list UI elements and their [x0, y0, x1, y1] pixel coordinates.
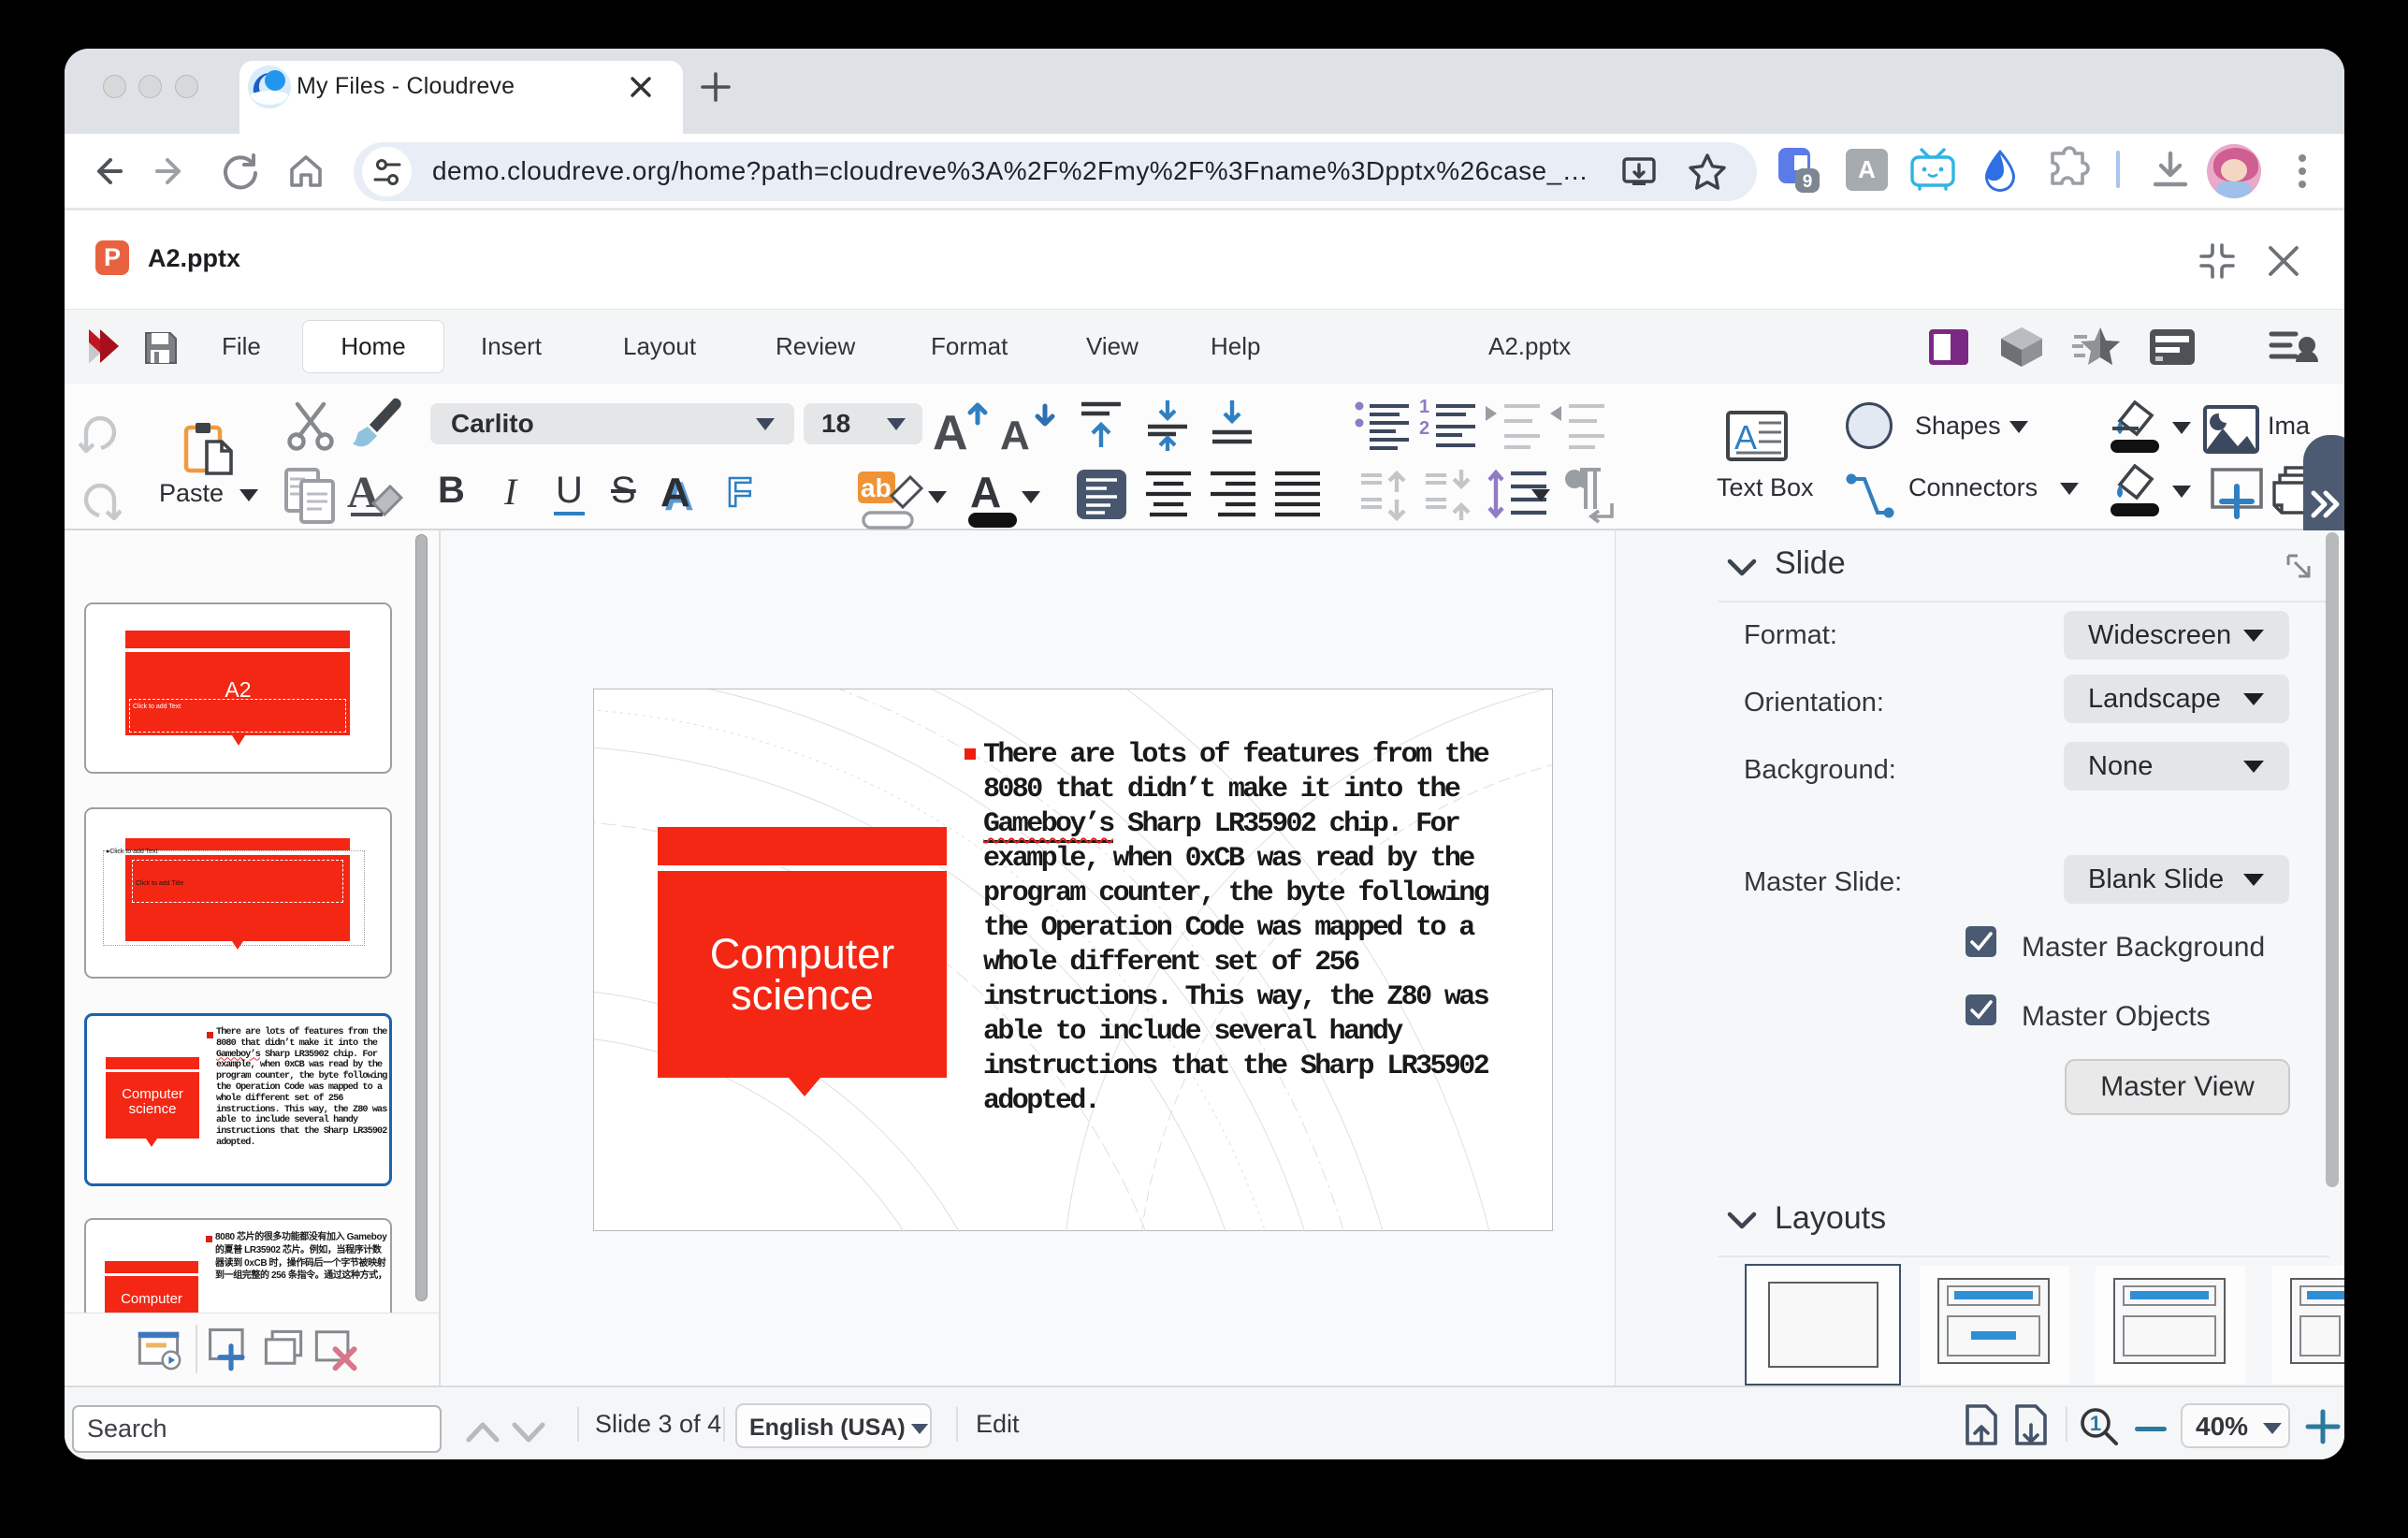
- svg-text:2: 2: [1419, 418, 1429, 439]
- svg-text:A: A: [970, 470, 1001, 516]
- svg-text:A: A: [1000, 413, 1030, 455]
- svg-text:1: 1: [1419, 399, 1429, 417]
- svg-text:1: 1: [2090, 1412, 2101, 1435]
- svg-text:ab: ab: [861, 473, 892, 502]
- svg-text:A: A: [347, 468, 380, 517]
- svg-text:A: A: [933, 406, 968, 455]
- svg-text:A: A: [1734, 418, 1757, 457]
- svg-text:9: 9: [1803, 172, 1813, 192]
